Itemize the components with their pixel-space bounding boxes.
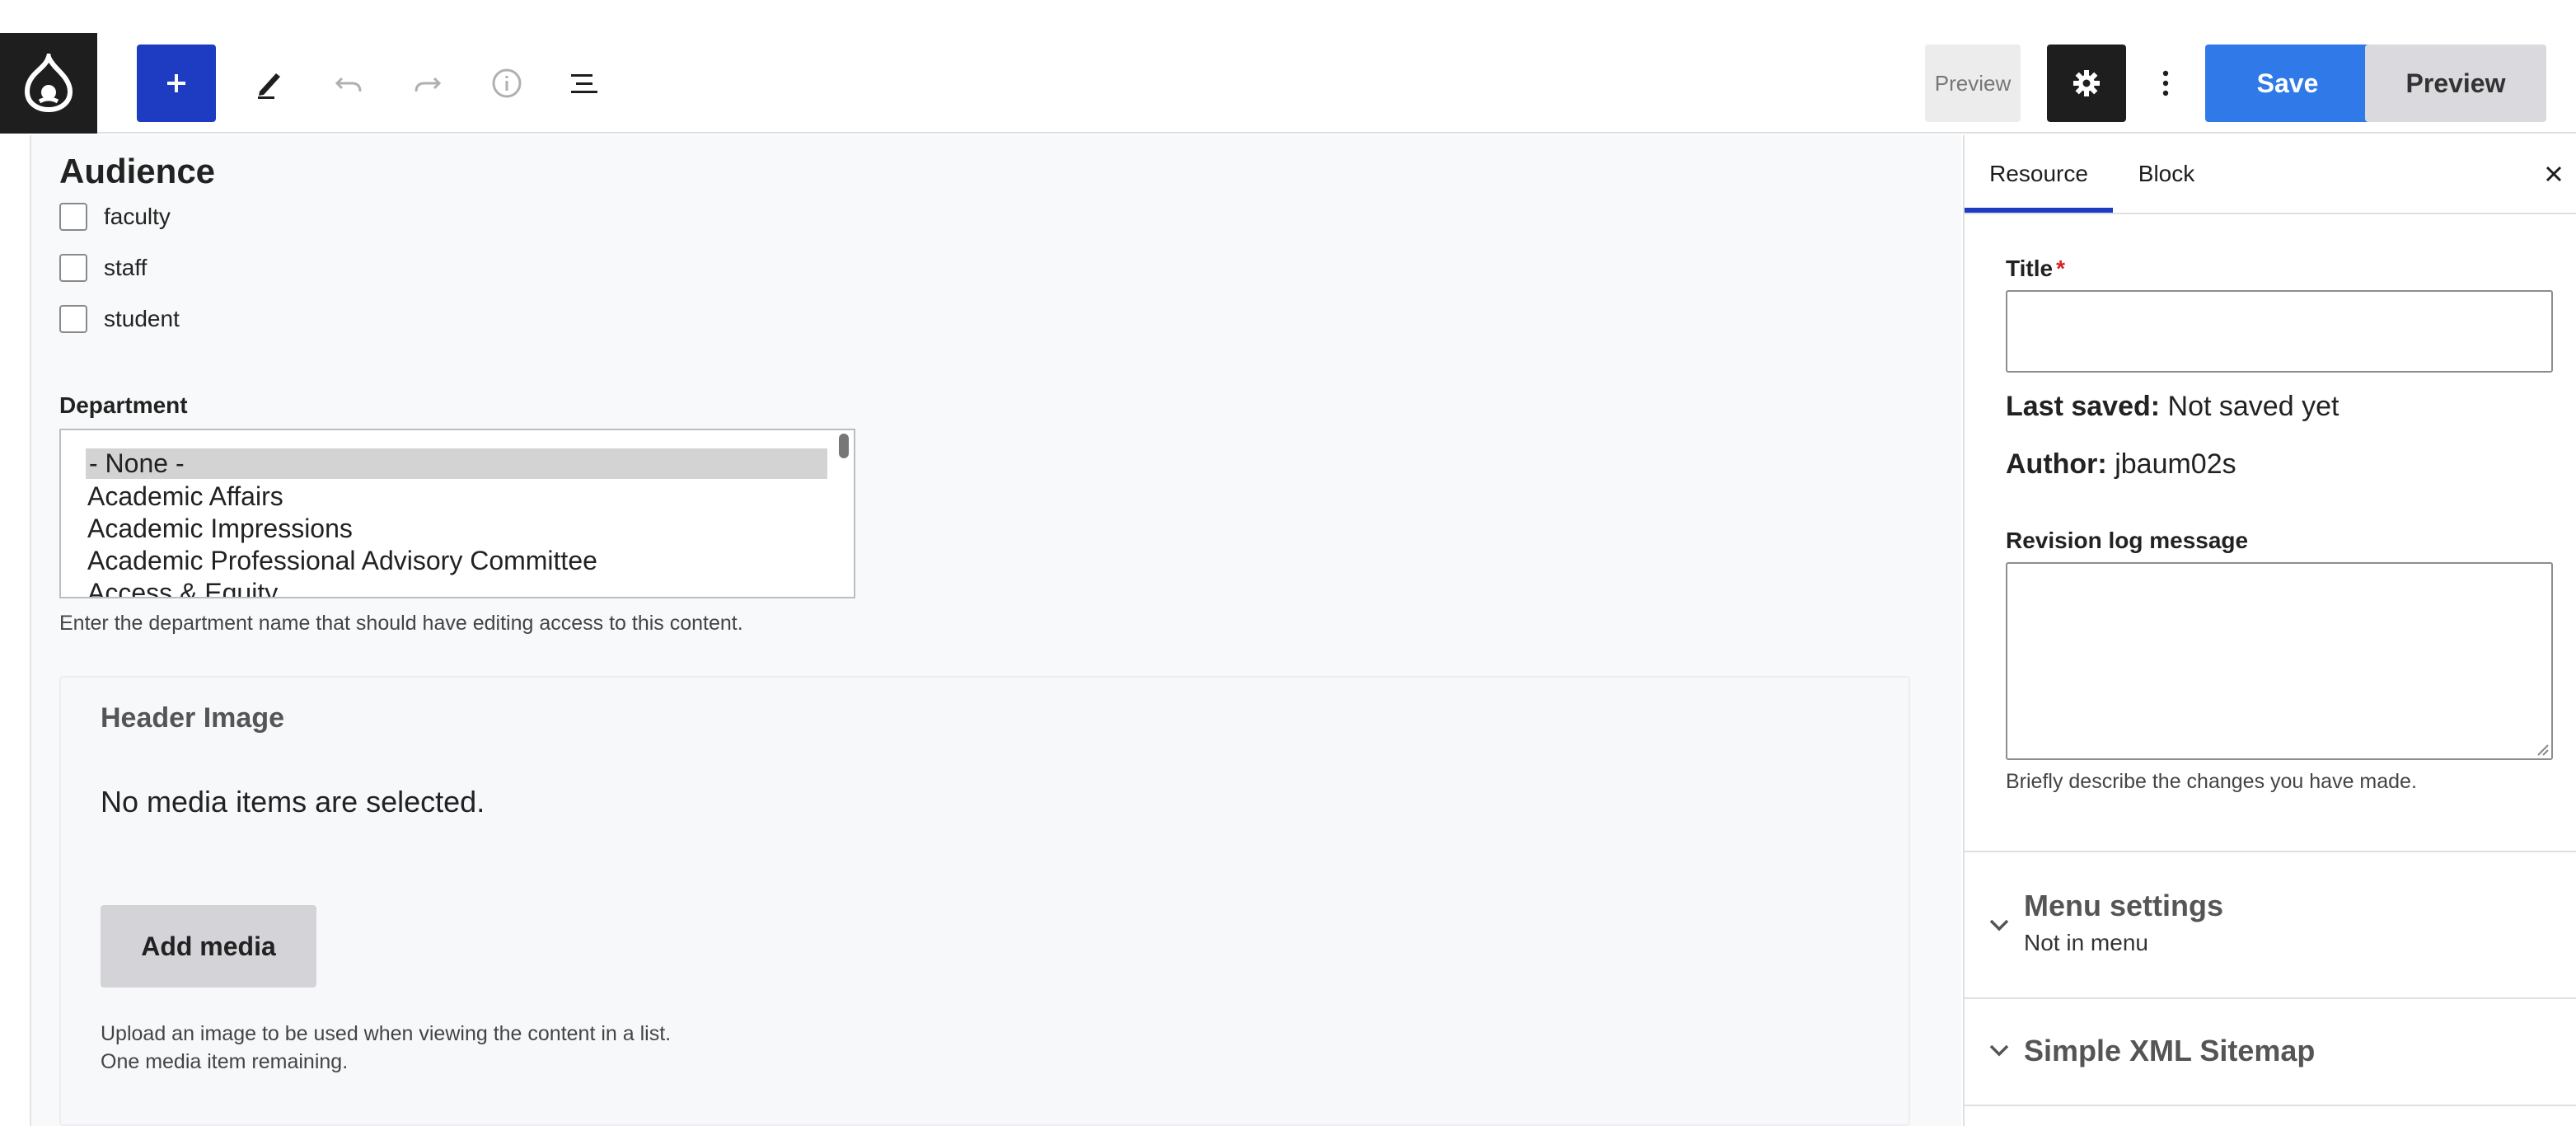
add-media-button[interactable]: Add media xyxy=(101,905,316,988)
media-help-text: Upload an image to be used when viewing … xyxy=(101,1022,672,1045)
preview-small-button[interactable]: Preview xyxy=(1925,45,2021,122)
menu-settings-panel[interactable]: Menu settings Not in menu xyxy=(1965,852,2576,997)
department-option[interactable]: Academic Professional Advisory Committee xyxy=(87,546,597,576)
panel-title: Simple XML Sitemap xyxy=(2024,1034,2316,1067)
redo-button[interactable] xyxy=(397,53,458,114)
panel-title: Menu settings xyxy=(2024,889,2224,922)
audience-heading: Audience xyxy=(59,152,216,190)
editor-window: Preview Save Preview Audience faculty st… xyxy=(0,0,2576,1126)
gear-icon xyxy=(2073,70,2100,96)
tools-button[interactable] xyxy=(239,53,300,114)
revision-help-text: Briefly describe the changes you have ma… xyxy=(2006,770,2417,793)
title-label: Title * xyxy=(2006,256,2065,281)
insert-block-button[interactable] xyxy=(137,45,216,122)
undo-icon xyxy=(335,77,362,92)
tab-block[interactable]: Block xyxy=(2113,135,2220,213)
department-option[interactable]: Access & Equity xyxy=(87,578,278,597)
department-option[interactable]: Academic Impressions xyxy=(87,514,353,544)
pencil-icon xyxy=(258,73,280,99)
header-image-field: Header Image No media items are selected… xyxy=(59,676,1910,1126)
close-sidebar-button[interactable] xyxy=(2540,160,2568,188)
department-option[interactable]: Academic Affairs xyxy=(87,481,283,512)
department-label: Department xyxy=(59,392,188,418)
audience-option-staff[interactable]: staff xyxy=(59,254,147,282)
save-button[interactable]: Save xyxy=(2205,45,2370,122)
settings-button[interactable] xyxy=(2047,45,2126,122)
header-image-title: Header Image xyxy=(101,702,284,734)
last-saved-line: Last saved: Not saved yet xyxy=(2006,391,2339,422)
author-line: Author: jbaum02s xyxy=(2006,448,2236,480)
department-help-text: Enter the department name that should ha… xyxy=(59,612,743,635)
checkbox-label: faculty xyxy=(104,204,171,229)
simple-xml-sitemap-panel[interactable]: Simple XML Sitemap xyxy=(1965,999,2576,1103)
tab-resource[interactable]: Resource xyxy=(1965,135,2113,213)
audience-option-faculty[interactable]: faculty xyxy=(59,203,171,231)
department-option-selected[interactable]: - None - xyxy=(86,448,827,479)
panel-divider xyxy=(1965,1105,2576,1106)
checkbox[interactable] xyxy=(59,305,87,333)
undo-button[interactable] xyxy=(318,53,379,114)
info-icon xyxy=(492,68,522,98)
settings-sidebar: Resource Block Title * Last saved: Not sa… xyxy=(1963,135,2576,1126)
media-remaining-text: One media item remaining. xyxy=(101,1050,349,1073)
revision-log-textarea[interactable] xyxy=(2006,562,2553,760)
checkbox[interactable] xyxy=(59,254,87,282)
close-icon xyxy=(2546,166,2562,182)
tabs-divider xyxy=(1965,213,2576,214)
redo-icon xyxy=(415,77,442,92)
revision-log-label: Revision log message xyxy=(2006,528,2249,553)
chevron-down-icon xyxy=(1989,919,2009,931)
more-vertical-icon xyxy=(2162,70,2169,96)
plus-icon xyxy=(167,74,185,92)
resize-handle-icon[interactable] xyxy=(2533,740,2550,757)
editor-content: Audience faculty staff student Departmen… xyxy=(30,135,1961,1126)
media-empty-message: No media items are selected. xyxy=(101,785,485,819)
options-button[interactable] xyxy=(2141,45,2190,122)
chevron-down-icon xyxy=(1989,1044,2009,1057)
editor-toolbar: Preview Save Preview xyxy=(0,0,2576,134)
department-select[interactable]: - None - Academic Affairs Academic Impre… xyxy=(59,429,855,598)
panel-subtitle: Not in menu xyxy=(2024,930,2148,955)
checkbox-label: student xyxy=(104,306,180,331)
title-input[interactable] xyxy=(2006,290,2553,373)
list-view-icon xyxy=(571,74,597,93)
drupal-logo-icon[interactable] xyxy=(0,33,97,134)
list-view-button[interactable] xyxy=(554,53,615,114)
department-scrollbar[interactable] xyxy=(839,434,849,458)
required-marker: * xyxy=(2056,256,2065,281)
details-button[interactable] xyxy=(476,53,537,114)
checkbox-label: staff xyxy=(104,255,148,280)
preview-button[interactable]: Preview xyxy=(2365,45,2546,122)
audience-option-student[interactable]: student xyxy=(59,305,180,333)
checkbox[interactable] xyxy=(59,203,87,231)
